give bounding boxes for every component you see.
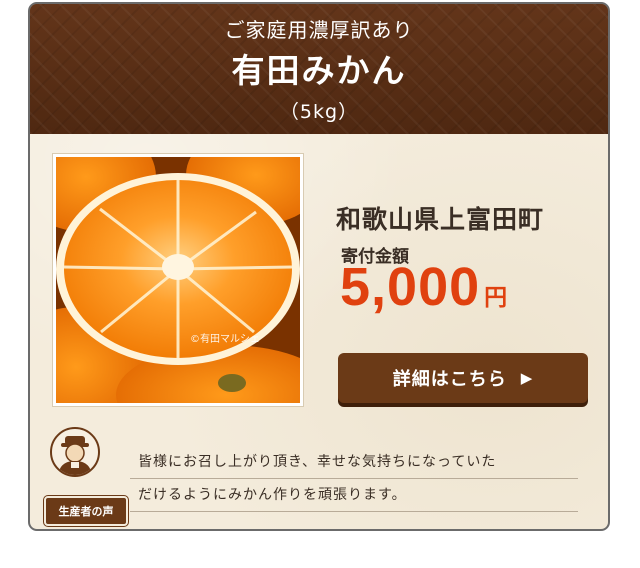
product-card: ご家庭用濃厚訳あり 有田みかん （5kg） ©有田マルシェ 和歌山県上富田町 寄… [28, 2, 610, 531]
detail-button[interactable]: 詳細はこちら ▶ [338, 353, 588, 403]
photo-watermark: ©有田マルシェ [190, 334, 260, 345]
card-header: ご家庭用濃厚訳あり 有田みかん （5kg） [30, 4, 608, 134]
detail-button-label: 詳細はこちら [392, 369, 507, 390]
price-currency: 円 [484, 285, 508, 311]
producer-message-line: だけるようにみかん作りを頑張ります。 [130, 479, 578, 512]
header-subtitle: ご家庭用濃厚訳あり [224, 18, 414, 42]
producer-message-line: 皆様にお召し上がり頂き、幸せな気持ちになっていた [130, 446, 578, 479]
product-title: 有田みかん [231, 51, 407, 90]
farmer-avatar-icon [50, 427, 100, 477]
play-arrow-icon: ▶ [520, 369, 534, 387]
price-amount: 5,000 [340, 257, 481, 317]
producer-message: 皆様にお召し上がり頂き、幸せな気持ちになっていた だけるようにみかん作りを頑張り… [130, 446, 578, 512]
product-weight: （5kg） [279, 101, 359, 123]
municipality-name: 和歌山県上富田町 [336, 205, 545, 234]
mandarin-image [56, 157, 300, 403]
price: 5,000 円 [340, 256, 507, 318]
producer-voice-badge: 生産者の声 [44, 496, 128, 526]
product-photo: ©有田マルシェ [53, 154, 303, 406]
